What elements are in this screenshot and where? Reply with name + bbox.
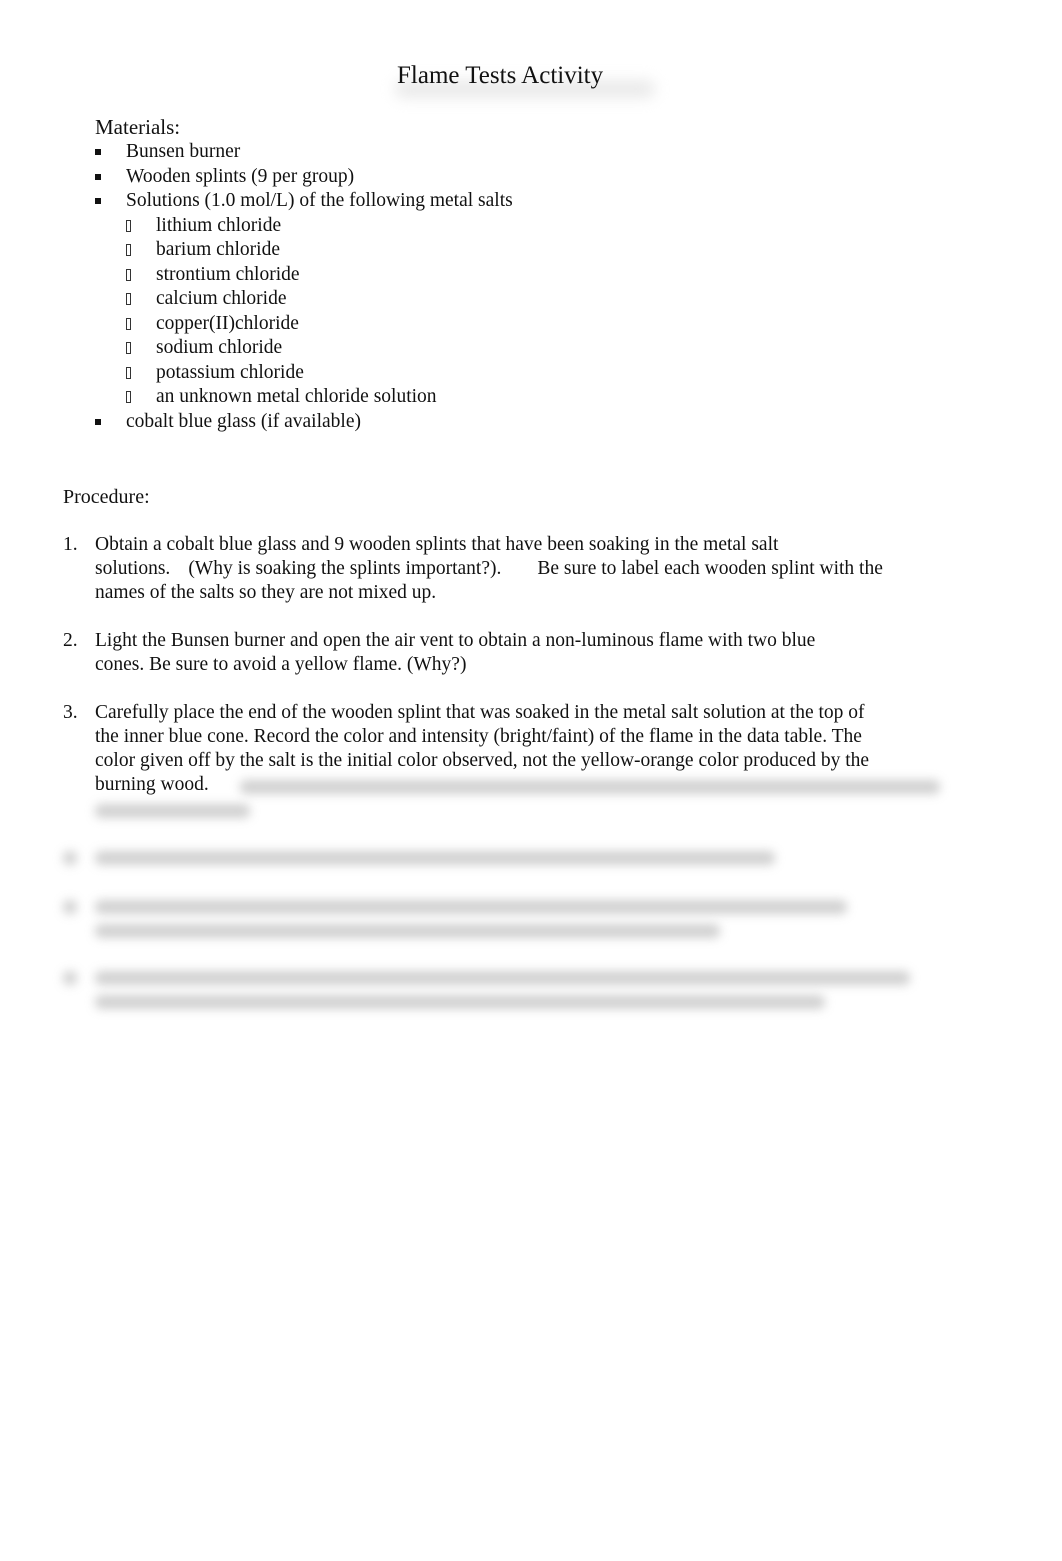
step-number: 3. [63,702,78,723]
sublist-item-label: sodium chloride [156,337,283,358]
blurred-text-line [95,995,825,1009]
step-text-line: Light the Bunsen burner and open the air… [95,630,816,651]
blurred-text-line [95,971,910,985]
step-text-fragment: Be sure to label each wooden splint with… [537,558,883,579]
missing-glyph-bullet-icon [126,268,131,281]
missing-glyph-bullet-icon [126,293,131,305]
missing-glyph-bullet-icon [126,366,131,379]
missing-glyph-bullet-icon [126,219,131,232]
missing-glyph-bullet-icon [126,342,131,354]
step-text-line: Obtain a cobalt blue glass and 9 wooden … [95,534,779,555]
procedure-heading: Procedure: [63,486,150,508]
square-bullet-icon [95,173,101,180]
blurred-step-number [63,851,77,865]
blurred-text-line [95,900,847,914]
square-bullet-icon [95,198,101,204]
blurred-text-line [240,780,940,794]
list-item-label: Solutions (1.0 mol/L) of the following m… [126,190,513,211]
step-text-line: Carefully place the end of the wooden sp… [95,702,865,723]
square-bullet-icon [95,418,101,425]
step-text-line: the inner blue cone. Record the color an… [95,726,862,747]
blurred-step-number [63,971,77,985]
list-item-label: cobalt blue glass (if available) [126,410,361,432]
missing-glyph-bullet-icon [126,244,131,256]
document-title: Flame Tests Activity [397,62,604,89]
sublist-item-label: an unknown metal chloride solution [156,386,437,407]
blurred-text-line [95,924,720,938]
sublist-item-label: calcium chloride [156,288,287,309]
missing-glyph-bullet-icon [126,317,131,330]
sublist-item-label: barium chloride [156,239,280,260]
step-text-line: color given off by the salt is the initi… [95,750,870,771]
missing-glyph-bullet-icon [126,391,131,403]
materials-heading: Materials: [95,115,181,139]
blurred-text-line [95,804,250,818]
sublist-item-label: copper(II)chloride [156,312,299,334]
step-text-line: cones. Be sure to avoid a yellow flame. … [95,654,467,675]
sublist-item-label: potassium chloride [156,361,304,383]
sublist-item-label: lithium chloride [156,214,282,236]
blurred-step-number [63,900,77,914]
step-number: 2. [63,630,78,651]
sublist-item-label: strontium chloride [156,263,300,285]
step-number: 1. [63,534,78,555]
document-page: Flame Tests Activity Materials: Bunsen b… [0,0,1062,1561]
step-question: (Why is soaking the splints important?). [188,558,502,579]
step-text-line: names of the salts so they are not mixed… [95,582,437,603]
step-text-fragment: solutions. [95,558,171,579]
blurred-text-line [95,851,775,865]
square-bullet-icon [95,149,101,155]
list-item-label: Bunsen burner [126,141,241,162]
list-item-label: Wooden splints (9 per group) [126,165,355,187]
